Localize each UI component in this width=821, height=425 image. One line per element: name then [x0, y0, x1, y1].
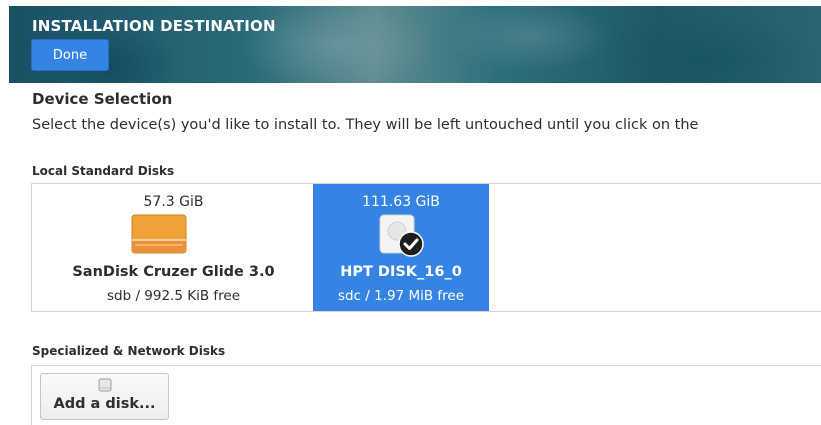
disk-hpt-disk[interactable]: 111.63 GiB HPT DISK_16_0 sdc / 1.97 MiB … [313, 184, 489, 311]
disk-name: HPT DISK_16_0 [340, 264, 462, 280]
disk-icon [98, 378, 112, 392]
disk-size: 111.63 GiB [362, 194, 440, 210]
specialized-network-disks-heading: Specialized & Network Disks [32, 344, 226, 358]
device-selection-title: Device Selection [32, 90, 173, 108]
installation-destination-window: INSTALLATION DESTINATION Done Device Sel… [0, 0, 821, 425]
add-disk-button[interactable]: Add a disk... [40, 373, 169, 420]
window-edge [0, 0, 9, 425]
local-standard-disks-heading: Local Standard Disks [32, 164, 175, 178]
usb-drive-icon [131, 214, 187, 254]
checkmark-icon [398, 231, 424, 257]
device-selection-description: Select the device(s) you'd like to insta… [32, 117, 699, 133]
disk-info: sdc / 1.97 MiB free [337, 288, 465, 304]
disk-size: 57.3 GiB [143, 194, 204, 210]
disk-sandisk-cruzer[interactable]: 57.3 GiB SanDisk Cruzer Glide 3.0 sdb / … [34, 184, 313, 311]
local-disks-panel: 57.3 GiB SanDisk Cruzer Glide 3.0 sdb / … [31, 183, 821, 312]
disk-name: SanDisk Cruzer Glide 3.0 [72, 264, 275, 280]
page-title: INSTALLATION DESTINATION [32, 17, 276, 35]
header-bar: INSTALLATION DESTINATION Done [9, 6, 821, 83]
hard-disk-icon [379, 214, 424, 257]
add-disk-label: Add a disk... [53, 396, 156, 412]
disk-info: sdb / 992.5 KiB free [106, 288, 241, 304]
done-button[interactable]: Done [31, 39, 109, 71]
